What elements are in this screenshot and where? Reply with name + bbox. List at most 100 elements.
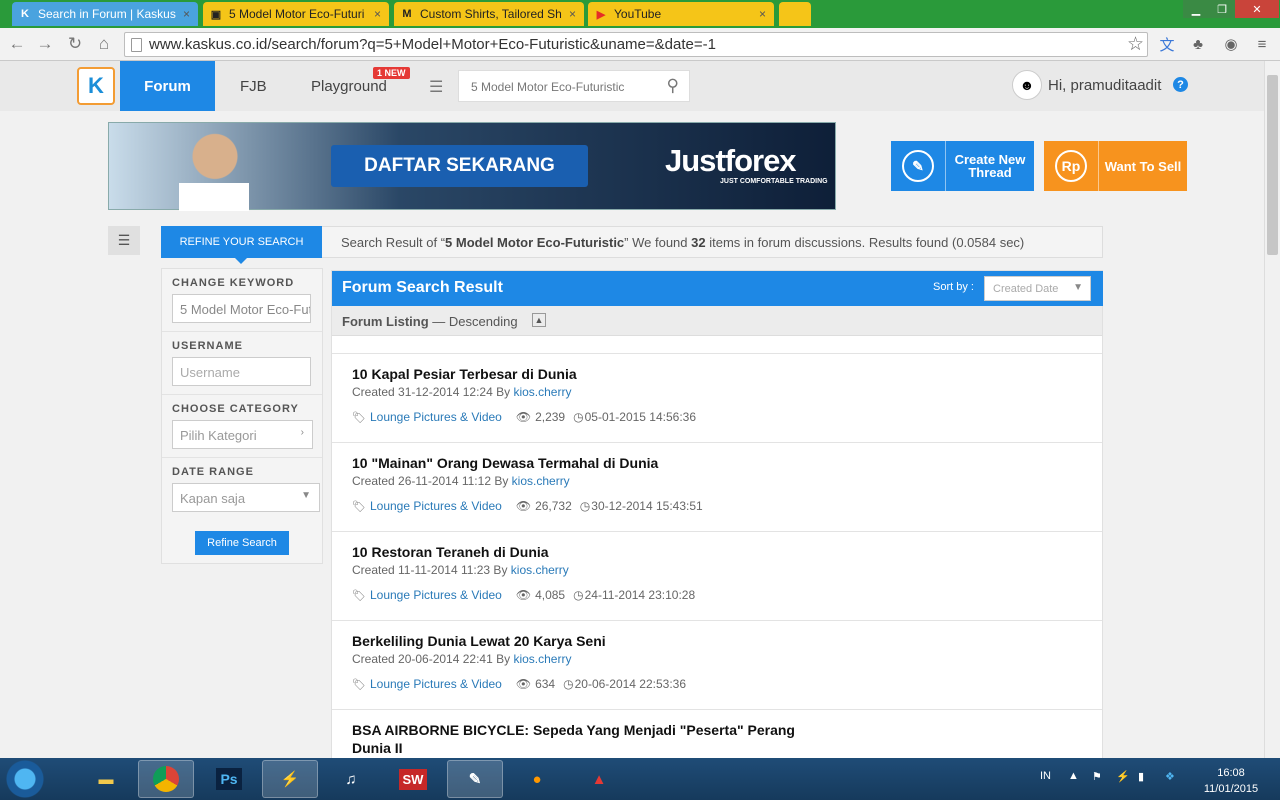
ad-banner[interactable]: DAFTAR SEKARANG Justforex JUST COMFORTAB… bbox=[108, 122, 836, 211]
kaskus-favicon-icon: K bbox=[21, 8, 29, 20]
author-link[interactable]: kios.cherry bbox=[511, 563, 569, 577]
listing-bar: Forum Listing — Descending ▲ bbox=[332, 306, 1102, 336]
thread-title[interactable]: 10 Kapal Pesiar Terbesar di Dunia bbox=[352, 365, 812, 383]
home-icon[interactable]: ⌂ bbox=[93, 33, 115, 55]
thread-title[interactable]: 10 "Mainan" Orang Dewasa Termahal di Dun… bbox=[352, 454, 812, 472]
clock[interactable]: 16:08 11/01/2015 bbox=[1196, 765, 1266, 797]
date-value: Kapan saja bbox=[180, 491, 246, 506]
result-count: 32 bbox=[691, 235, 706, 250]
category-link[interactable]: Lounge Pictures & Video bbox=[370, 588, 502, 602]
search-input[interactable]: 5 Model Motor Eco-Futuristic ⚲ bbox=[458, 70, 690, 102]
scrollbar-thumb[interactable] bbox=[1267, 75, 1278, 255]
translate-icon[interactable]: 文 bbox=[1157, 34, 1177, 54]
explorer-icon[interactable]: ▬ bbox=[78, 760, 134, 798]
eye-extension-icon[interactable]: ◉ bbox=[1221, 34, 1241, 54]
reload-icon[interactable]: ↻ bbox=[64, 33, 86, 55]
media-icon[interactable]: ● bbox=[509, 760, 565, 798]
close-window-icon[interactable]: ✕ bbox=[1235, 0, 1279, 18]
chrome-icon[interactable] bbox=[138, 760, 194, 798]
keyword-field[interactable]: 5 Model Motor Eco-Futuristic bbox=[172, 294, 311, 323]
author-link[interactable]: kios.cherry bbox=[513, 652, 571, 666]
want-to-sell-button[interactable]: Rp Want To Sell bbox=[1044, 141, 1187, 191]
nav-fjb[interactable]: FJB bbox=[240, 61, 267, 111]
tab-kaskus-search[interactable]: K Search in Forum | Kaskus - × bbox=[12, 2, 198, 26]
thread-title[interactable]: 10 Restoran Teraneh di Dunia bbox=[352, 543, 812, 561]
author-link[interactable]: kios.cherry bbox=[512, 474, 570, 488]
refine-tab[interactable]: REFINE YOUR SEARCH bbox=[161, 226, 322, 264]
network-icon[interactable]: ▮ bbox=[1138, 770, 1144, 783]
winamp-icon[interactable]: ⚡ bbox=[262, 760, 318, 798]
tag-icon: 🏷 bbox=[352, 678, 366, 691]
listing-spacer bbox=[332, 336, 1102, 354]
tag-icon: 🏷 bbox=[352, 589, 366, 602]
close-tab-icon[interactable]: × bbox=[569, 7, 576, 21]
category-value: Pilih Kategori bbox=[180, 428, 257, 443]
tab-strip: K Search in Forum | Kaskus - × ▣ 5 Model… bbox=[0, 0, 1280, 28]
help-icon[interactable]: ? bbox=[1173, 77, 1188, 92]
create-icon-box: ✎ bbox=[891, 141, 946, 191]
last-post-time: 24-11-2014 23:10:28 bbox=[584, 588, 696, 602]
forward-icon[interactable]: → bbox=[34, 33, 56, 55]
created-text: Created 20-06-2014 22:41 By bbox=[352, 652, 514, 666]
site-navbar: K Forum FJB Playground 1 NEW ☰ 5 Model M… bbox=[0, 61, 1264, 111]
itunes-icon[interactable]: ♫ bbox=[323, 760, 379, 798]
username-label: USERNAME bbox=[172, 340, 243, 352]
tab-custom-shirts[interactable]: M Custom Shirts, Tailored Sh × bbox=[394, 2, 584, 26]
avatar[interactable]: ☻ bbox=[1012, 70, 1042, 100]
start-button[interactable] bbox=[5, 760, 45, 798]
tray-arrow-icon[interactable]: ▲ bbox=[1068, 770, 1079, 782]
close-tab-icon[interactable]: × bbox=[183, 7, 190, 21]
search-icon[interactable]: ⚲ bbox=[667, 76, 679, 96]
tab-youtube[interactable]: ▶ YouTube × bbox=[588, 2, 774, 26]
nav-forum[interactable]: Forum bbox=[120, 61, 215, 111]
menu-icon[interactable]: ≡ bbox=[1252, 34, 1272, 54]
refine-search-button[interactable]: Refine Search bbox=[195, 531, 289, 555]
create-line2: Thread bbox=[968, 165, 1012, 180]
new-tab-button[interactable] bbox=[779, 2, 811, 26]
tab-motor-eco[interactable]: ▣ 5 Model Motor Eco-Futuri × bbox=[203, 2, 389, 26]
thread-title[interactable]: Berkeliling Dunia Lewat 20 Karya Seni bbox=[352, 632, 812, 650]
user-greeting[interactable]: Hi, pramuditaadit bbox=[1048, 77, 1161, 94]
category-select[interactable]: Pilih Kategori › bbox=[172, 420, 313, 449]
sort-value: Created Date bbox=[993, 283, 1059, 295]
category-link[interactable]: Lounge Pictures & Video bbox=[370, 410, 502, 424]
address-bar[interactable]: www.kaskus.co.id/search/forum?q=5+Model+… bbox=[124, 32, 1148, 57]
back-icon[interactable]: ← bbox=[6, 33, 28, 55]
maximize-icon[interactable]: ❐ bbox=[1209, 0, 1235, 18]
collapse-toggle-icon[interactable]: ▲ bbox=[532, 313, 546, 327]
last-post-time: 05-01-2015 14:56:36 bbox=[584, 410, 697, 424]
close-tab-icon[interactable]: × bbox=[374, 7, 381, 21]
banner-cta[interactable]: DAFTAR SEKARANG bbox=[331, 145, 588, 187]
bookmark-star-icon[interactable]: ☆ bbox=[1127, 33, 1144, 56]
list-menu-icon[interactable]: ☰ bbox=[429, 77, 447, 96]
language-indicator[interactable]: IN bbox=[1040, 770, 1051, 782]
extension-icon[interactable]: ♣ bbox=[1188, 34, 1208, 54]
keyword-label: CHANGE KEYWORD bbox=[172, 277, 295, 289]
tag-icon: 🏷 bbox=[352, 500, 366, 513]
new-badge: 1 NEW bbox=[373, 67, 410, 79]
category-link[interactable]: Lounge Pictures & Video bbox=[370, 677, 502, 691]
list-toggle-icon[interactable]: ☰ bbox=[108, 226, 140, 255]
create-thread-button[interactable]: ✎ Create New Thread bbox=[891, 141, 1034, 191]
autocad-icon[interactable]: ▲ bbox=[571, 760, 627, 798]
close-tab-icon[interactable]: × bbox=[759, 7, 766, 21]
kaskus-logo[interactable]: K bbox=[77, 67, 115, 105]
date-select[interactable]: Kapan saja ▼ bbox=[172, 483, 320, 512]
rupiah-icon: Rp bbox=[1055, 150, 1087, 182]
photoshop-icon[interactable]: Ps bbox=[201, 760, 257, 798]
search-value: 5 Model Motor Eco-Futuristic bbox=[471, 80, 625, 94]
flag-icon[interactable]: ⚑ bbox=[1092, 770, 1102, 783]
author-link[interactable]: kios.cherry bbox=[513, 385, 571, 399]
power-icon[interactable]: ⚡ bbox=[1116, 770, 1130, 783]
dropbox-icon[interactable]: ❖ bbox=[1165, 770, 1175, 783]
youtube-favicon-icon: ▶ bbox=[596, 8, 606, 21]
username-field[interactable]: Username bbox=[172, 357, 311, 386]
page-scrollbar[interactable] bbox=[1264, 61, 1280, 758]
swishmax-icon[interactable]: SW bbox=[385, 760, 441, 798]
app-icon[interactable]: ✎ bbox=[447, 760, 503, 798]
minimize-icon[interactable]: ▁ bbox=[1183, 0, 1209, 18]
page-content: K Forum FJB Playground 1 NEW ☰ 5 Model M… bbox=[0, 61, 1264, 758]
thread-title[interactable]: BSA AIRBORNE BICYCLE: Sepeda Yang Menjad… bbox=[352, 721, 812, 757]
category-link[interactable]: Lounge Pictures & Video bbox=[370, 499, 502, 513]
sort-select[interactable]: Created Date ▼ bbox=[984, 276, 1091, 301]
